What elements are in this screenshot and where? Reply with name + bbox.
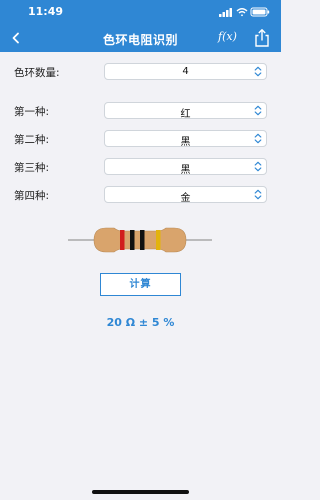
band-3-value: 黑 [180, 165, 191, 176]
status-bar: 11:49 [0, 0, 281, 24]
band-4-label: 第四种: [14, 190, 50, 202]
resistor-band-3 [140, 230, 145, 250]
status-icons [219, 7, 270, 17]
resistor-illustration [68, 227, 212, 253]
chevron-updown-icon [254, 161, 262, 172]
resistor-band-1 [120, 230, 125, 250]
band-1-select[interactable]: 红 [104, 102, 267, 120]
band-2-select[interactable]: 黑 [104, 130, 267, 148]
page-title: 色环电阻识别 [102, 33, 178, 47]
band-count-value: 4 [182, 66, 189, 77]
wifi-icon [236, 8, 248, 17]
status-time: 11:49 [28, 5, 64, 18]
band-3-select[interactable]: 黑 [104, 158, 267, 176]
home-indicator [92, 490, 189, 494]
band-4-value: 金 [180, 193, 191, 204]
band-count-select[interactable]: 4 [104, 63, 267, 80]
signal-icon [219, 8, 232, 17]
band-1-label: 第一种: [14, 106, 50, 118]
resistor-band-2 [130, 230, 135, 250]
formula-icon: f(x) [218, 30, 237, 43]
band-3-label: 第三种: [14, 162, 50, 174]
battery-icon [250, 7, 270, 17]
band-count-label: 色环数量: [14, 67, 60, 79]
chevron-updown-icon [254, 189, 262, 200]
chevron-updown-icon [254, 133, 262, 144]
calculate-button[interactable]: 计算 [100, 273, 181, 296]
chevron-updown-icon [254, 105, 262, 116]
resistance-result: 20 Ω ± 5 % [106, 316, 175, 329]
formula-button[interactable]: f(x) [218, 30, 238, 46]
band-2-label: 第二种: [14, 134, 50, 146]
resistor-band-4 [156, 230, 161, 250]
band-4-select[interactable]: 金 [104, 186, 267, 204]
chevron-updown-icon [254, 66, 262, 77]
share-icon[interactable] [253, 28, 271, 48]
band-2-value: 黑 [180, 137, 191, 148]
nav-bar: 色环电阻识别 f(x) [0, 24, 281, 52]
band-1-value: 红 [180, 109, 191, 120]
